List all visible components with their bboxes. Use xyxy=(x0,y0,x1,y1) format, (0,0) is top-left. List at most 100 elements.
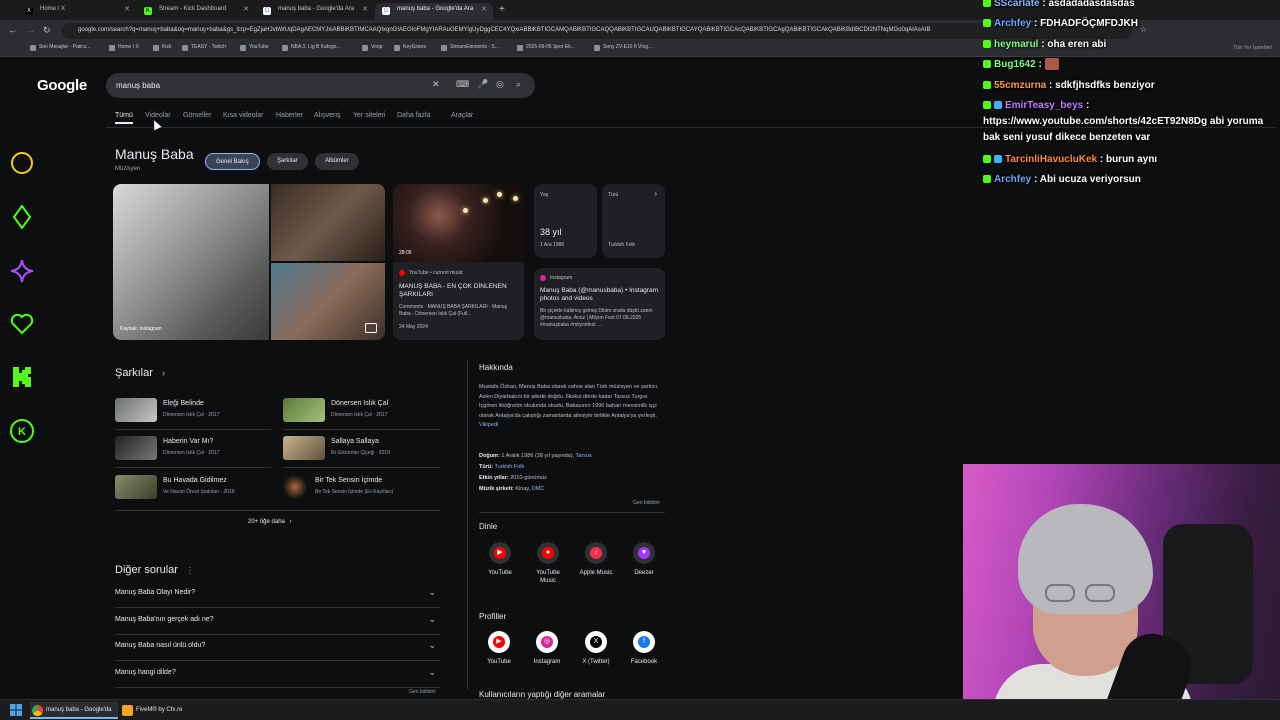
tab-short-videos[interactable]: Kısa videolar xyxy=(223,112,263,119)
listen-youtube-music[interactable]: ● YouTube Music xyxy=(528,542,568,585)
bookmark-item[interactable]: TEASY - Twitch xyxy=(182,44,226,51)
bookmark-item[interactable]: Kick xyxy=(153,44,171,51)
search-box[interactable]: manuş baba ✕ ⌨ 🎤 ◎ ⌕ xyxy=(106,73,535,98)
chevron-down-icon[interactable]: ⌄ xyxy=(428,667,436,678)
genre-card[interactable]: Türü › Turkish Folk xyxy=(602,184,665,258)
search-input[interactable]: manuş baba xyxy=(116,81,160,90)
back-arrow-icon[interactable]: ← xyxy=(8,25,17,35)
chevron-right-icon[interactable]: › xyxy=(162,368,165,378)
song-meta: Dönersen Islık Çal · 2017 xyxy=(163,450,220,456)
url-bar[interactable]: google.com/search?q=manuş+baba&oq=manuş+… xyxy=(62,23,1132,39)
song-item[interactable]: Bir Tek Sensin İçimde Bir Tek Sensin İçi… xyxy=(283,475,443,503)
songs-heading[interactable]: Şarkılar › xyxy=(115,367,165,379)
song-item[interactable]: Dönersen Islık Çal Dönersen Islık Çal · … xyxy=(283,398,443,426)
reload-icon[interactable]: ↻ xyxy=(43,25,51,36)
tab-google-search-active[interactable]: G manuş baba - Google'da Ara ✕ xyxy=(375,3,493,20)
chat-message: TarcinliHavucluKek : burun aynı xyxy=(983,152,1280,168)
tab-more[interactable]: Daha fazla xyxy=(397,112,430,119)
pill-songs[interactable]: Şarkılar xyxy=(267,153,308,170)
kick-badge-icon: K xyxy=(10,419,34,443)
artist-photo-3[interactable] xyxy=(271,263,385,340)
listen-apple-music[interactable]: ♪ Apple Music xyxy=(576,542,616,577)
profile-x[interactable]: X X (Twitter) xyxy=(576,631,616,666)
tab-news[interactable]: Haberler xyxy=(276,112,303,119)
youtube-result-card[interactable]: 28:05 YouTube • current music MANUŞ BABA… xyxy=(393,184,524,340)
artist-photo-main[interactable]: Kaynak: Instagram xyxy=(113,184,269,340)
paa-item[interactable]: Manuş hangi dilde? ⌄ xyxy=(115,662,440,688)
close-icon[interactable]: ✕ xyxy=(124,5,130,13)
pill-overview[interactable]: Genel Bakış xyxy=(205,153,260,170)
feedback-link[interactable]: Geri bildirim xyxy=(633,500,660,506)
wikipedia-link[interactable]: Vikipedi xyxy=(479,422,498,428)
bookmark-item[interactable]: Voop xyxy=(362,44,382,51)
taskbar-chrome[interactable]: manuş baba - Google'da xyxy=(30,702,118,719)
chevron-down-icon[interactable]: ⌄ xyxy=(428,640,436,651)
fivem-icon xyxy=(122,705,133,716)
profile-youtube[interactable]: ▶ YouTube xyxy=(479,631,519,666)
genre-value: Turkish Folk xyxy=(608,242,636,248)
artist-photo-2[interactable] xyxy=(271,184,385,261)
bookmark-item[interactable]: Sony ZV-E10 II Vlog... xyxy=(594,44,652,51)
close-icon[interactable]: ✕ xyxy=(243,5,249,13)
tab-places[interactable]: Yer siteleri xyxy=(353,112,385,119)
song-item[interactable]: Haberin Var Mı? Dönersen Islık Çal · 201… xyxy=(115,436,275,464)
lens-icon[interactable]: ◎ xyxy=(496,79,504,90)
tab-google-search[interactable]: G manuş baba - Google'da Ara ✕ xyxy=(256,3,374,20)
tab-home-x[interactable]: X Home / X ✕ xyxy=(18,3,136,20)
tab-shopping[interactable]: Alışveriş xyxy=(314,112,340,119)
age-card[interactable]: Yaş 38 yıl 1 Ara 1986 xyxy=(534,184,597,258)
bookmark-item[interactable]: NBA 3. Lig B Katego... xyxy=(282,44,341,51)
instagram-icon xyxy=(540,275,546,281)
gallery-icon[interactable] xyxy=(365,323,377,333)
tab-images[interactable]: Görseller xyxy=(183,112,211,119)
paa-item[interactable]: Manuş Baba Olayı Nedir? ⌄ xyxy=(115,582,440,608)
bookmark-item[interactable]: Son Mesajlar - Patics... xyxy=(30,44,90,51)
chevron-down-icon[interactable]: ⌄ xyxy=(428,587,436,598)
pill-albums[interactable]: Albümler xyxy=(315,153,359,170)
mic-icon[interactable]: 🎤 xyxy=(477,79,488,90)
bookmark-item[interactable]: Home / X xyxy=(109,44,139,51)
paa-heading: Diğer sorular xyxy=(115,564,178,576)
chevron-right-icon[interactable]: › xyxy=(654,189,657,198)
tab-kick-dashboard[interactable]: K Stream - Kick Dashboard ✕ xyxy=(137,3,255,20)
profile-facebook[interactable]: f Facebook xyxy=(624,631,664,666)
song-item[interactable]: Bu Havada Gidilmez Ve Nazan Öncel Şarkıl… xyxy=(115,475,275,503)
fact-label: Müzik şirketi: Kinay, DMC xyxy=(479,486,545,492)
video-thumbnail[interactable]: 28:05 xyxy=(393,184,524,262)
new-tab-button[interactable]: + xyxy=(499,4,505,15)
tab-tools[interactable]: Araçlar xyxy=(451,112,473,119)
song-item[interactable]: Eleği Belinde Dönersen Islık Çal · 2017 xyxy=(115,398,275,426)
paa-item[interactable]: Manuş Baba'nın gerçek adı ne? ⌄ xyxy=(115,609,440,635)
profile-instagram[interactable]: ◎ Instagram xyxy=(527,631,567,666)
clear-icon[interactable]: ✕ xyxy=(432,79,440,90)
listen-deezer[interactable]: ♥ Deezer xyxy=(624,542,664,577)
song-item[interactable]: Sallaya Sallaya İki Gözümün Çiçeği · 201… xyxy=(283,436,443,464)
forward-arrow-icon[interactable]: → xyxy=(26,25,35,35)
more-vert-icon[interactable]: ⋮ xyxy=(186,566,194,575)
paa-question: Manuş Baba nasıl ünlü oldu? xyxy=(115,642,206,649)
chevron-down-icon[interactable]: ⌄ xyxy=(428,614,436,625)
card-title[interactable]: MANUŞ BABA - EN ÇOK DİNLENEN ŞARKILARI xyxy=(399,283,518,299)
listen-youtube[interactable]: ▶ YouTube xyxy=(480,542,520,577)
kick-badge-icon xyxy=(983,175,991,184)
bookmark-item[interactable]: KeyGivers xyxy=(394,44,426,51)
card-title[interactable]: Manuş Baba (@manusbaba) • Instagram phot… xyxy=(540,287,659,303)
bookmark-item[interactable]: StreamElements - S... xyxy=(441,44,499,51)
bookmark-item[interactable]: 2025-09-06 Spor Ek... xyxy=(517,44,575,51)
search-icon[interactable]: ⌕ xyxy=(516,79,521,90)
more-songs-button[interactable]: 20+ öğe daha › xyxy=(248,519,292,525)
feedback-link[interactable]: Geri bildirim xyxy=(409,689,436,695)
keyboard-icon[interactable]: ⌨ xyxy=(456,79,469,90)
paa-item[interactable]: Manuş Baba nasıl ünlü oldu? ⌄ xyxy=(115,635,440,661)
song-thumbnail xyxy=(115,475,157,499)
svg-text:K: K xyxy=(18,426,26,438)
windows-start-icon[interactable] xyxy=(10,704,22,716)
tab-all[interactable]: Tümü xyxy=(115,112,133,124)
song-title: Dönersen Islık Çal xyxy=(331,400,389,407)
taskbar-fivem[interactable]: FiveM® by Cfx.re xyxy=(120,702,200,719)
close-icon[interactable]: ✕ xyxy=(481,5,487,13)
bookmark-item[interactable]: YouTube xyxy=(240,44,269,51)
instagram-result-card[interactable]: Instagram Manuş Baba (@manusbaba) • Inst… xyxy=(534,268,665,340)
close-icon[interactable]: ✕ xyxy=(362,5,368,13)
google-logo[interactable]: Google xyxy=(37,77,87,94)
